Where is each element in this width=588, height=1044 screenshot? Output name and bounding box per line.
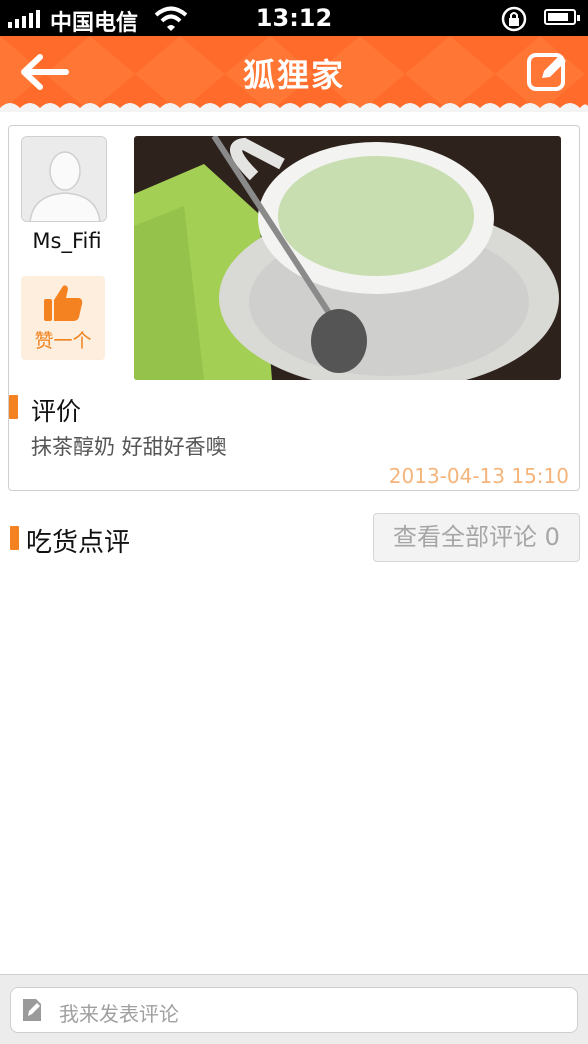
review-text: 抹茶醇奶 好甜好香噢 <box>31 435 227 459</box>
post-photo[interactable] <box>134 136 561 380</box>
compose-button[interactable] <box>526 50 570 94</box>
view-all-comments-button[interactable]: 查看全部评论 0 <box>373 513 580 562</box>
matcha-latte-photo <box>134 136 561 380</box>
like-button[interactable]: 赞一个 <box>21 276 105 360</box>
section-marker <box>10 526 19 550</box>
battery-icon <box>544 9 580 25</box>
review-heading: 评价 <box>31 397 82 426</box>
username[interactable]: Ms_Fifi <box>15 229 119 253</box>
like-label: 赞一个 <box>34 330 92 352</box>
post-card: Ms_Fifi 赞一个 评价 抹茶醇奶 好甜好香噢 2013-04-13 15:… <box>8 125 580 491</box>
comments-heading: 吃货点评 <box>26 528 131 558</box>
thumbs-up-icon <box>44 285 83 321</box>
comment-input[interactable]: 我来发表评论 <box>10 987 578 1033</box>
comment-placeholder: 我来发表评论 <box>59 1002 179 1026</box>
compose-icon <box>527 53 566 91</box>
edit-note-icon <box>23 999 41 1021</box>
page-title: 狐狸家 <box>242 56 345 94</box>
comment-bar: 我来发表评论 <box>0 974 588 1044</box>
default-avatar-icon <box>22 137 106 221</box>
rotation-lock-icon <box>500 6 528 36</box>
avatar[interactable] <box>21 136 107 222</box>
nav-bar: 狐狸家 <box>0 36 588 112</box>
status-bar: 中国电信 13:12 <box>0 0 588 36</box>
post-timestamp: 2013-04-13 15:10 <box>388 464 569 488</box>
section-marker <box>9 395 18 419</box>
